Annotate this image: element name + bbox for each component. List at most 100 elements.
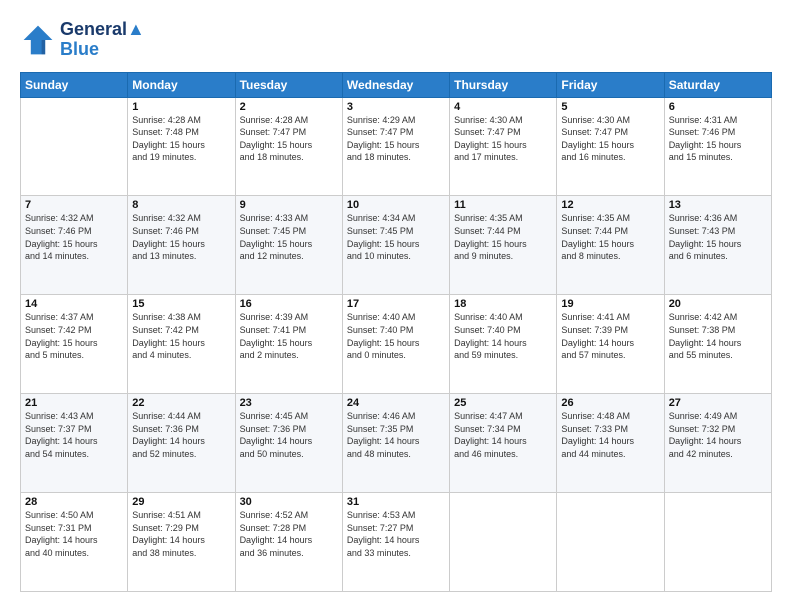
day-number: 18 <box>454 298 552 310</box>
day-number: 4 <box>454 101 552 113</box>
day-info: Sunrise: 4:41 AM Sunset: 7:39 PM Dayligh… <box>561 311 659 361</box>
calendar-cell <box>664 493 771 592</box>
day-info: Sunrise: 4:44 AM Sunset: 7:36 PM Dayligh… <box>132 410 230 460</box>
day-info: Sunrise: 4:40 AM Sunset: 7:40 PM Dayligh… <box>454 311 552 361</box>
day-number: 5 <box>561 101 659 113</box>
calendar-cell: 15Sunrise: 4:38 AM Sunset: 7:42 PM Dayli… <box>128 295 235 394</box>
day-info: Sunrise: 4:35 AM Sunset: 7:44 PM Dayligh… <box>454 212 552 262</box>
day-info: Sunrise: 4:32 AM Sunset: 7:46 PM Dayligh… <box>132 212 230 262</box>
day-number: 2 <box>240 101 338 113</box>
week-row-4: 28Sunrise: 4:50 AM Sunset: 7:31 PM Dayli… <box>21 493 772 592</box>
day-number: 10 <box>347 199 445 211</box>
calendar-cell: 7Sunrise: 4:32 AM Sunset: 7:46 PM Daylig… <box>21 196 128 295</box>
weekday-header-tuesday: Tuesday <box>235 72 342 97</box>
calendar-cell: 29Sunrise: 4:51 AM Sunset: 7:29 PM Dayli… <box>128 493 235 592</box>
day-number: 6 <box>669 101 767 113</box>
day-number: 25 <box>454 397 552 409</box>
day-info: Sunrise: 4:32 AM Sunset: 7:46 PM Dayligh… <box>25 212 123 262</box>
calendar-cell: 23Sunrise: 4:45 AM Sunset: 7:36 PM Dayli… <box>235 394 342 493</box>
calendar-cell: 22Sunrise: 4:44 AM Sunset: 7:36 PM Dayli… <box>128 394 235 493</box>
day-info: Sunrise: 4:28 AM Sunset: 7:48 PM Dayligh… <box>132 114 230 164</box>
day-number: 22 <box>132 397 230 409</box>
day-number: 1 <box>132 101 230 113</box>
weekday-header-saturday: Saturday <box>664 72 771 97</box>
day-info: Sunrise: 4:34 AM Sunset: 7:45 PM Dayligh… <box>347 212 445 262</box>
logo-blue: ▲ <box>127 19 145 39</box>
day-number: 15 <box>132 298 230 310</box>
calendar-cell: 24Sunrise: 4:46 AM Sunset: 7:35 PM Dayli… <box>342 394 449 493</box>
weekday-header-monday: Monday <box>128 72 235 97</box>
calendar-cell: 18Sunrise: 4:40 AM Sunset: 7:40 PM Dayli… <box>450 295 557 394</box>
day-info: Sunrise: 4:43 AM Sunset: 7:37 PM Dayligh… <box>25 410 123 460</box>
day-info: Sunrise: 4:35 AM Sunset: 7:44 PM Dayligh… <box>561 212 659 262</box>
calendar-cell: 14Sunrise: 4:37 AM Sunset: 7:42 PM Dayli… <box>21 295 128 394</box>
calendar-cell: 10Sunrise: 4:34 AM Sunset: 7:45 PM Dayli… <box>342 196 449 295</box>
day-number: 28 <box>25 496 123 508</box>
weekday-header-friday: Friday <box>557 72 664 97</box>
week-row-0: 1Sunrise: 4:28 AM Sunset: 7:48 PM Daylig… <box>21 97 772 196</box>
week-row-2: 14Sunrise: 4:37 AM Sunset: 7:42 PM Dayli… <box>21 295 772 394</box>
day-info: Sunrise: 4:30 AM Sunset: 7:47 PM Dayligh… <box>561 114 659 164</box>
day-info: Sunrise: 4:36 AM Sunset: 7:43 PM Dayligh… <box>669 212 767 262</box>
calendar-cell: 6Sunrise: 4:31 AM Sunset: 7:46 PM Daylig… <box>664 97 771 196</box>
day-number: 8 <box>132 199 230 211</box>
logo-icon <box>20 22 56 58</box>
day-number: 31 <box>347 496 445 508</box>
day-info: Sunrise: 4:46 AM Sunset: 7:35 PM Dayligh… <box>347 410 445 460</box>
day-info: Sunrise: 4:53 AM Sunset: 7:27 PM Dayligh… <box>347 509 445 559</box>
calendar-cell: 20Sunrise: 4:42 AM Sunset: 7:38 PM Dayli… <box>664 295 771 394</box>
calendar-table: SundayMondayTuesdayWednesdayThursdayFrid… <box>20 72 772 592</box>
weekday-header-wednesday: Wednesday <box>342 72 449 97</box>
calendar-cell: 31Sunrise: 4:53 AM Sunset: 7:27 PM Dayli… <box>342 493 449 592</box>
day-info: Sunrise: 4:51 AM Sunset: 7:29 PM Dayligh… <box>132 509 230 559</box>
calendar-cell: 12Sunrise: 4:35 AM Sunset: 7:44 PM Dayli… <box>557 196 664 295</box>
calendar-cell: 5Sunrise: 4:30 AM Sunset: 7:47 PM Daylig… <box>557 97 664 196</box>
day-number: 24 <box>347 397 445 409</box>
day-info: Sunrise: 4:31 AM Sunset: 7:46 PM Dayligh… <box>669 114 767 164</box>
calendar-cell: 1Sunrise: 4:28 AM Sunset: 7:48 PM Daylig… <box>128 97 235 196</box>
calendar-cell <box>557 493 664 592</box>
calendar-cell: 2Sunrise: 4:28 AM Sunset: 7:47 PM Daylig… <box>235 97 342 196</box>
day-info: Sunrise: 4:30 AM Sunset: 7:47 PM Dayligh… <box>454 114 552 164</box>
weekday-header-row: SundayMondayTuesdayWednesdayThursdayFrid… <box>21 72 772 97</box>
week-row-3: 21Sunrise: 4:43 AM Sunset: 7:37 PM Dayli… <box>21 394 772 493</box>
day-info: Sunrise: 4:48 AM Sunset: 7:33 PM Dayligh… <box>561 410 659 460</box>
day-number: 3 <box>347 101 445 113</box>
header: General▲ Blue <box>20 20 772 60</box>
day-number: 19 <box>561 298 659 310</box>
day-number: 17 <box>347 298 445 310</box>
weekday-header-thursday: Thursday <box>450 72 557 97</box>
calendar-cell <box>450 493 557 592</box>
day-info: Sunrise: 4:29 AM Sunset: 7:47 PM Dayligh… <box>347 114 445 164</box>
calendar-cell: 11Sunrise: 4:35 AM Sunset: 7:44 PM Dayli… <box>450 196 557 295</box>
calendar-cell: 9Sunrise: 4:33 AM Sunset: 7:45 PM Daylig… <box>235 196 342 295</box>
day-number: 21 <box>25 397 123 409</box>
day-number: 11 <box>454 199 552 211</box>
calendar-cell <box>21 97 128 196</box>
day-number: 26 <box>561 397 659 409</box>
calendar-cell: 3Sunrise: 4:29 AM Sunset: 7:47 PM Daylig… <box>342 97 449 196</box>
day-number: 14 <box>25 298 123 310</box>
day-number: 23 <box>240 397 338 409</box>
day-info: Sunrise: 4:45 AM Sunset: 7:36 PM Dayligh… <box>240 410 338 460</box>
day-number: 12 <box>561 199 659 211</box>
logo: General▲ Blue <box>20 20 145 60</box>
day-info: Sunrise: 4:49 AM Sunset: 7:32 PM Dayligh… <box>669 410 767 460</box>
day-info: Sunrise: 4:39 AM Sunset: 7:41 PM Dayligh… <box>240 311 338 361</box>
calendar-cell: 16Sunrise: 4:39 AM Sunset: 7:41 PM Dayli… <box>235 295 342 394</box>
day-info: Sunrise: 4:42 AM Sunset: 7:38 PM Dayligh… <box>669 311 767 361</box>
day-info: Sunrise: 4:47 AM Sunset: 7:34 PM Dayligh… <box>454 410 552 460</box>
weekday-header-sunday: Sunday <box>21 72 128 97</box>
logo-blue-text: Blue <box>60 40 145 60</box>
logo-general: General <box>60 19 127 39</box>
calendar-cell: 25Sunrise: 4:47 AM Sunset: 7:34 PM Dayli… <box>450 394 557 493</box>
day-number: 7 <box>25 199 123 211</box>
calendar-cell: 4Sunrise: 4:30 AM Sunset: 7:47 PM Daylig… <box>450 97 557 196</box>
day-info: Sunrise: 4:28 AM Sunset: 7:47 PM Dayligh… <box>240 114 338 164</box>
calendar-cell: 13Sunrise: 4:36 AM Sunset: 7:43 PM Dayli… <box>664 196 771 295</box>
day-info: Sunrise: 4:37 AM Sunset: 7:42 PM Dayligh… <box>25 311 123 361</box>
day-number: 20 <box>669 298 767 310</box>
calendar-cell: 26Sunrise: 4:48 AM Sunset: 7:33 PM Dayli… <box>557 394 664 493</box>
calendar-cell: 19Sunrise: 4:41 AM Sunset: 7:39 PM Dayli… <box>557 295 664 394</box>
day-info: Sunrise: 4:38 AM Sunset: 7:42 PM Dayligh… <box>132 311 230 361</box>
